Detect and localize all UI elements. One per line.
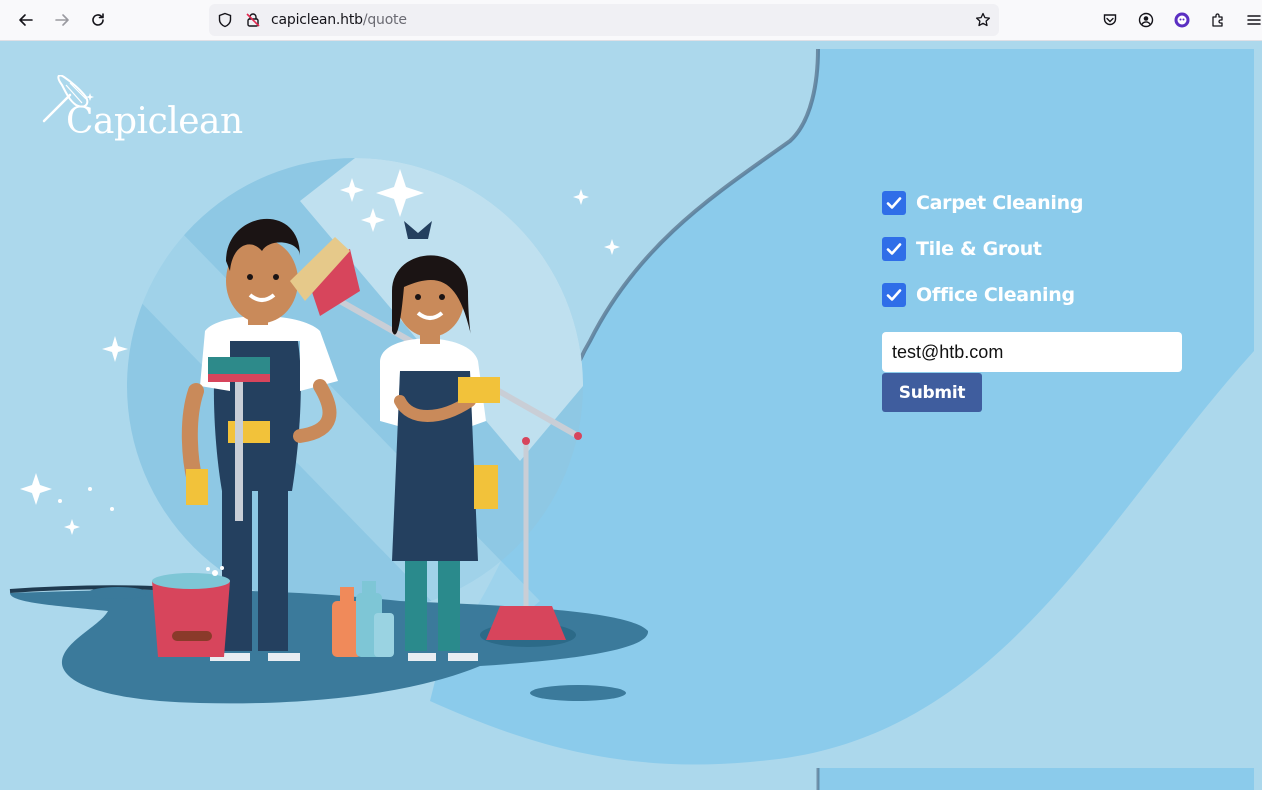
site-logo[interactable]: Capiclean (40, 75, 243, 155)
arrow-left-icon (19, 14, 33, 26)
office-checkbox[interactable] (882, 283, 906, 307)
reload-button[interactable] (84, 6, 112, 34)
arrow-right-icon (55, 14, 69, 26)
service-option-office[interactable]: Office Cleaning (882, 283, 1083, 307)
extension-avatar-button[interactable] (1168, 6, 1196, 34)
logo-text: Capiclean (66, 101, 243, 142)
hamburger-menu-icon (1247, 15, 1261, 25)
back-button[interactable] (12, 6, 40, 34)
tile-checkbox[interactable] (882, 237, 906, 261)
email-field[interactable] (882, 332, 1182, 372)
check-icon (886, 243, 902, 255)
pocket-button[interactable] (1096, 6, 1124, 34)
menu-button[interactable] (1240, 6, 1262, 34)
browser-toolbar: capiclean.htb/quote (0, 0, 1262, 41)
services-checklist: Carpet Cleaning Tile & Grout Office Clea… (882, 191, 1083, 329)
submit-button[interactable]: Submit (882, 373, 982, 412)
service-label: Carpet Cleaning (916, 192, 1084, 214)
shield-icon[interactable] (217, 12, 233, 28)
insecure-lock-icon[interactable] (245, 12, 261, 28)
url-host: capiclean.htb (271, 12, 363, 28)
url-path: /quote (362, 12, 407, 28)
url-text[interactable]: capiclean.htb/quote (271, 12, 407, 28)
url-bar[interactable]: capiclean.htb/quote (209, 4, 999, 36)
extension-avatar-icon (1174, 12, 1190, 28)
extensions-button[interactable] (1204, 6, 1232, 34)
service-label: Tile & Grout (916, 238, 1042, 260)
service-option-tile[interactable]: Tile & Grout (882, 237, 1083, 261)
bookmark-star-icon[interactable] (975, 12, 991, 28)
service-option-carpet[interactable]: Carpet Cleaning (882, 191, 1083, 215)
service-label: Office Cleaning (916, 284, 1075, 306)
check-icon (886, 289, 902, 301)
pocket-icon (1103, 14, 1117, 26)
puzzle-icon (1212, 13, 1223, 27)
forward-button[interactable] (48, 6, 76, 34)
bucket-illustration (152, 566, 230, 657)
account-button[interactable] (1132, 6, 1160, 34)
page-content: Capiclean Carpet Cleaning Tile & Grout O… (0, 41, 1262, 790)
carpet-checkbox[interactable] (882, 191, 906, 215)
account-icon (1138, 12, 1154, 28)
check-icon (886, 197, 902, 209)
reload-icon (92, 13, 104, 26)
